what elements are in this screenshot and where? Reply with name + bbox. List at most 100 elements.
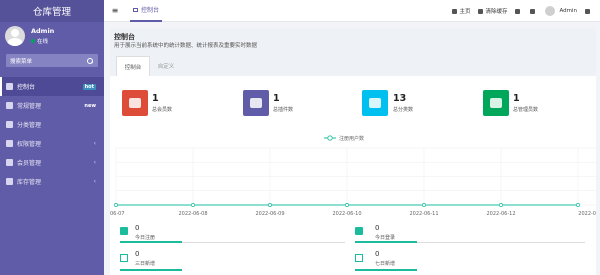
user-status-label: 在线 [37, 39, 49, 45]
stat-admins-value: 1 [513, 93, 520, 104]
new-badge: new [84, 102, 96, 109]
avatar [5, 26, 25, 46]
leaf-icon [6, 121, 13, 128]
clear-cache-label: 清除缓存 [485, 9, 508, 15]
sidebar-menu: 控制台 hot 常规管理 new 分类管理 权限管理 ‹ 会员管理 ‹ 库存管理… [0, 77, 104, 191]
progress-bar [355, 269, 417, 271]
user-icon [490, 98, 502, 108]
chevron-left-icon: ‹ [93, 159, 96, 166]
user-menu[interactable]: Admin [545, 6, 577, 16]
dashboard-icon [6, 83, 13, 90]
data-point [268, 203, 272, 207]
x-tick-label: 2022-06-09 [255, 211, 284, 217]
stat-categories-label: 总分类数 [393, 107, 414, 113]
x-tick-label: 2022-06-08 [178, 211, 207, 217]
data-point [576, 203, 580, 207]
clear-cache-button[interactable]: 清除缓存 [478, 7, 507, 15]
stat-categories-value: 13 [393, 93, 407, 104]
sidebar-item-member[interactable]: 会员管理 ‹ [0, 153, 104, 172]
trash-icon [478, 8, 484, 14]
users-icon [129, 98, 141, 108]
menu-toggle-icon[interactable]: ≡ [108, 6, 122, 15]
sidebar-item-category[interactable]: 分类管理 [0, 115, 104, 134]
calendar-icon [120, 254, 128, 262]
search-placeholder: 搜索菜单 [10, 58, 33, 65]
data-point [499, 203, 503, 207]
online-dot-icon [31, 39, 35, 43]
seven-day-value: 0 [375, 250, 380, 258]
page-subtitle: 用于展示当前系统中的统计数据、统计报表及重要实时数据 [114, 43, 258, 49]
legend-marker [327, 135, 333, 141]
tab-dashboard[interactable]: 控制台 [130, 0, 163, 22]
data-point [114, 203, 118, 207]
sidebar-item-label: 库存管理 [17, 179, 42, 186]
sidebar-item-label: 控制台 [17, 84, 36, 91]
today-login-label: 今日登录 [375, 235, 396, 241]
top-navbar: ≡ 控制台 主页 清除缓存 Admin [104, 0, 600, 22]
expand-icon [530, 8, 536, 14]
user-circle-icon [6, 159, 13, 166]
stat-categories-box [362, 90, 388, 116]
home-link[interactable]: 主页 [452, 7, 470, 15]
sidebar: 仓库管理 Admin 在线 搜索菜单 控制台 hot 常规管理 new 分类管理… [0, 0, 104, 275]
stat-plugins-box [243, 90, 269, 116]
progress-bar [355, 241, 417, 243]
hot-badge: hot [82, 83, 96, 90]
sidebar-item-label: 分类管理 [17, 122, 42, 129]
rocket-icon [120, 227, 128, 235]
fullscreen-button[interactable] [530, 8, 537, 14]
settings-button[interactable] [585, 8, 592, 14]
data-point [422, 203, 426, 207]
app-title[interactable]: 仓库管理 [0, 0, 104, 22]
sidebar-item-stock[interactable]: 库存管理 ‹ [0, 172, 104, 191]
language-button[interactable] [515, 8, 522, 14]
search-icon[interactable] [86, 57, 94, 65]
top-user-name: Admin [559, 8, 577, 14]
page-header: 控制台 用于展示当前系统中的统计数据、统计报表及重要实时数据 控制台 自定义 [110, 28, 596, 76]
line-chart: 注册用户数 06-07 2022-06-08 2022-06-09 2022-06-10… [110, 135, 596, 217]
today-login-value: 0 [375, 224, 380, 232]
sidebar-item-dashboard[interactable]: 控制台 hot [0, 77, 104, 96]
sidebar-item-general[interactable]: 常规管理 new [0, 96, 104, 115]
user-status: 在线 [31, 37, 48, 45]
sidebar-item-auth[interactable]: 权限管理 ‹ [0, 134, 104, 153]
group-icon [6, 140, 13, 147]
today-register-value: 0 [135, 224, 140, 232]
x-tick-label: 2022-06-10 [332, 211, 361, 217]
calendar-plus-icon [355, 254, 363, 262]
x-tick-label: 2022-06-11 [409, 211, 438, 217]
top-right-nav: 主页 清除缓存 Admin [452, 0, 600, 22]
progress-bar [120, 269, 182, 271]
tab-custom[interactable]: 自定义 [150, 56, 182, 76]
stat-plugins-label: 总插件数 [273, 107, 294, 113]
main-content: 控制台 用于展示当前系统中的统计数据、统计报表及重要实时数据 控制台 自定义 1… [110, 28, 596, 275]
stat-members-label: 总会员数 [152, 107, 173, 113]
x-tick-label: 06-07 [110, 211, 125, 217]
three-day-label: 三日新增 [135, 261, 156, 267]
data-point [191, 203, 195, 207]
stat-admins-label: 总管理员数 [513, 107, 539, 113]
magic-icon [250, 98, 262, 108]
search-input[interactable]: 搜索菜单 [6, 54, 98, 67]
legend-label: 注册用户数 [339, 135, 364, 142]
chevron-left-icon: ‹ [93, 140, 96, 147]
cogs-icon [6, 102, 13, 109]
language-icon [515, 8, 521, 14]
dashboard-tab-icon [133, 7, 138, 12]
tab-dashboard-panel[interactable]: 控制台 [116, 56, 150, 76]
sidebar-item-label: 权限管理 [17, 141, 42, 148]
gears-icon [585, 8, 590, 14]
stat-members-value: 1 [152, 93, 159, 104]
list-icon [6, 178, 13, 185]
stat-members-box [122, 90, 148, 116]
user-panel: Admin 在线 [0, 22, 104, 52]
sidebar-item-label: 常规管理 [17, 103, 42, 110]
home-label: 主页 [459, 9, 471, 15]
sidebar-item-label: 会员管理 [17, 160, 42, 167]
user-name: Admin [31, 27, 55, 35]
top-avatar [545, 6, 556, 16]
progress-bar [120, 241, 182, 243]
today-register-label: 今日注册 [135, 235, 156, 241]
three-day-value: 0 [135, 250, 140, 258]
data-point [345, 203, 349, 207]
